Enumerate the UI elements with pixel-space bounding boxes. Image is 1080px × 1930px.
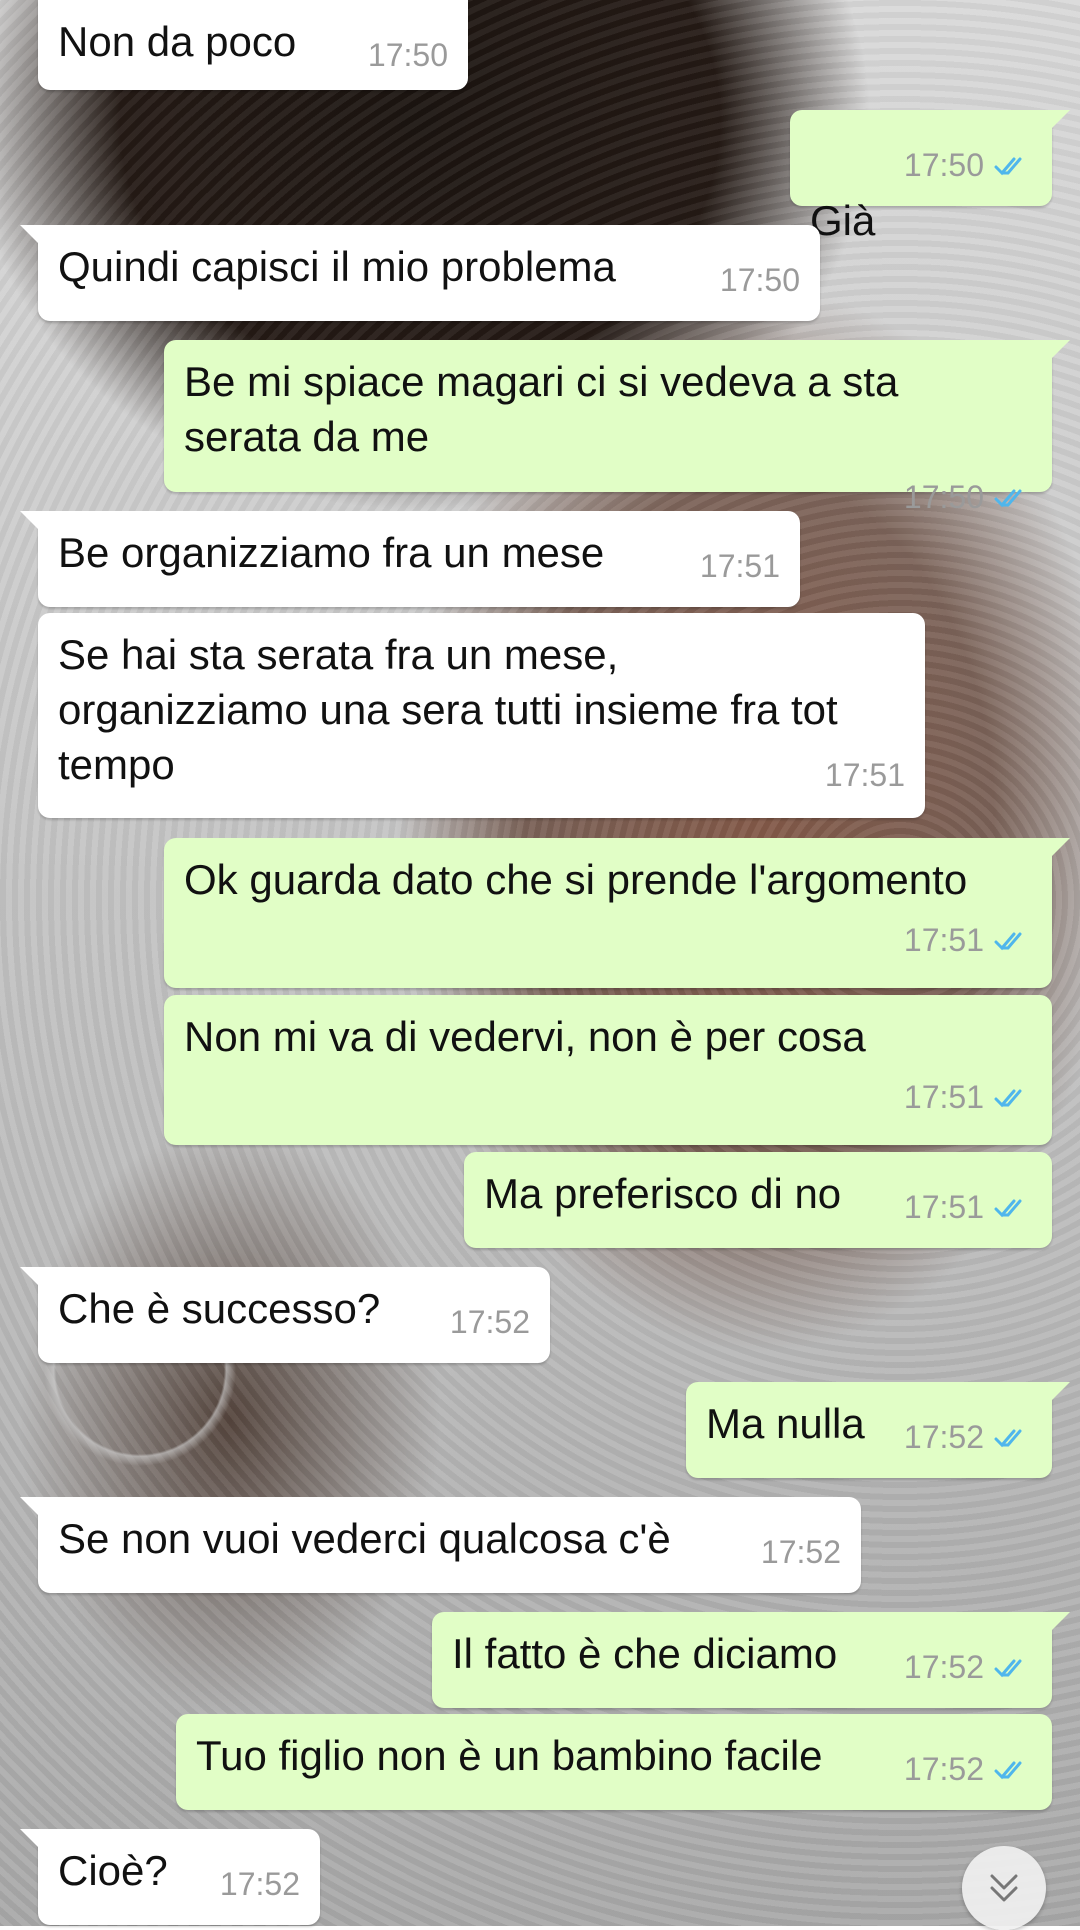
message-meta: 17:50 [904, 138, 1032, 193]
incoming-message[interactable]: 17:50 Non da poco [38, 0, 468, 90]
chevron-double-down-icon [990, 1874, 1018, 1902]
scroll-to-bottom-button[interactable] [962, 1846, 1046, 1930]
message-time: 17:50 [719, 262, 800, 298]
double-check-icon [994, 1089, 1022, 1107]
double-check-icon [994, 1761, 1022, 1779]
message-time: 17:52 [903, 1419, 984, 1455]
outgoing-message[interactable]: 17:51 Ma preferisco di no [464, 1152, 1052, 1248]
message-time: 17:51 [903, 1079, 984, 1115]
message-time: 17:52 [760, 1534, 841, 1570]
message-time: 17:51 [903, 922, 984, 958]
message-text: Quindi capisci il mio problema [58, 243, 616, 290]
incoming-message[interactable]: 17:51 Be organizziamo fra un mese [20, 511, 800, 607]
double-check-icon [994, 1429, 1022, 1447]
outgoing-message[interactable]: Ok guarda dato che si prende l'argomento… [164, 838, 1070, 988]
message-list[interactable]: 17:50 Non da poco 17:50 Già 17:50 Quindi… [0, 0, 1080, 1926]
message-text: Cioè? [58, 1847, 168, 1894]
message-time: 17:51 [699, 548, 780, 584]
outgoing-message[interactable]: 17:52 Il fatto è che diciamo [432, 1612, 1070, 1708]
message-text: Che è successo? [58, 1285, 381, 1332]
message-text: Ma preferisco di no [484, 1170, 842, 1217]
outgoing-message[interactable]: Non mi va di vedervi, non è per cosa 17:… [164, 995, 1052, 1145]
incoming-message[interactable]: 17:52 Cioè? [20, 1829, 320, 1925]
message-text: Se non vuoi vederci qualcosa c'è [58, 1515, 671, 1562]
message-text: Be organizziamo fra un mese [58, 529, 605, 576]
outgoing-message[interactable]: 17:52 Tuo figlio non è un bambino facile [176, 1714, 1052, 1810]
message-time: 17:51 [824, 757, 905, 793]
message-meta: 17:52 [904, 1410, 1032, 1465]
message-text: Ok guarda dato che si prende l'argomento [184, 856, 968, 903]
message-time: 17:52 [219, 1866, 300, 1902]
message-text: Il fatto è che diciamo [452, 1630, 838, 1677]
message-meta: 17:52 [904, 1640, 1032, 1695]
incoming-message[interactable]: 17:52 Se non vuoi vederci qualcosa c'è [20, 1497, 861, 1593]
message-meta: 17:51 [184, 913, 1032, 968]
double-check-icon [994, 1659, 1022, 1677]
message-time: 17:50 [903, 479, 984, 515]
incoming-message[interactable]: 17:52 Che è successo? [20, 1267, 550, 1363]
outgoing-message[interactable]: 17:50 Già [790, 110, 1070, 244]
outgoing-message[interactable]: 17:52 Ma nulla [686, 1382, 1070, 1478]
double-check-icon [994, 1199, 1022, 1217]
message-text: Non mi va di vedervi, non è per cosa [184, 1013, 866, 1060]
double-check-icon [994, 489, 1022, 507]
message-time: 17:50 [367, 37, 448, 73]
double-check-icon [994, 157, 1022, 175]
incoming-message[interactable]: 17:50 Quindi capisci il mio problema [20, 225, 820, 321]
double-check-icon [994, 932, 1022, 950]
message-time: 17:52 [449, 1304, 530, 1340]
message-time: 17:52 [903, 1751, 984, 1787]
message-meta: 17:51 [904, 1180, 1032, 1235]
message-time: 17:50 [903, 147, 984, 183]
message-meta: 17:51 [184, 1070, 1032, 1125]
message-time: 17:52 [903, 1649, 984, 1685]
incoming-message[interactable]: Se hai sta serata fra un mese, organizzi… [38, 613, 925, 818]
message-meta: 17:52 [904, 1742, 1032, 1797]
message-time: 17:51 [903, 1189, 984, 1225]
message-text: Ma nulla [706, 1400, 865, 1447]
message-text: Tuo figlio non è un bambino facile [196, 1732, 823, 1779]
message-text: Non da poco [58, 18, 297, 65]
message-text: Be mi spiace magari ci si vedeva a sta s… [184, 358, 910, 460]
outgoing-message[interactable]: Be mi spiace magari ci si vedeva a sta s… [164, 340, 1070, 515]
